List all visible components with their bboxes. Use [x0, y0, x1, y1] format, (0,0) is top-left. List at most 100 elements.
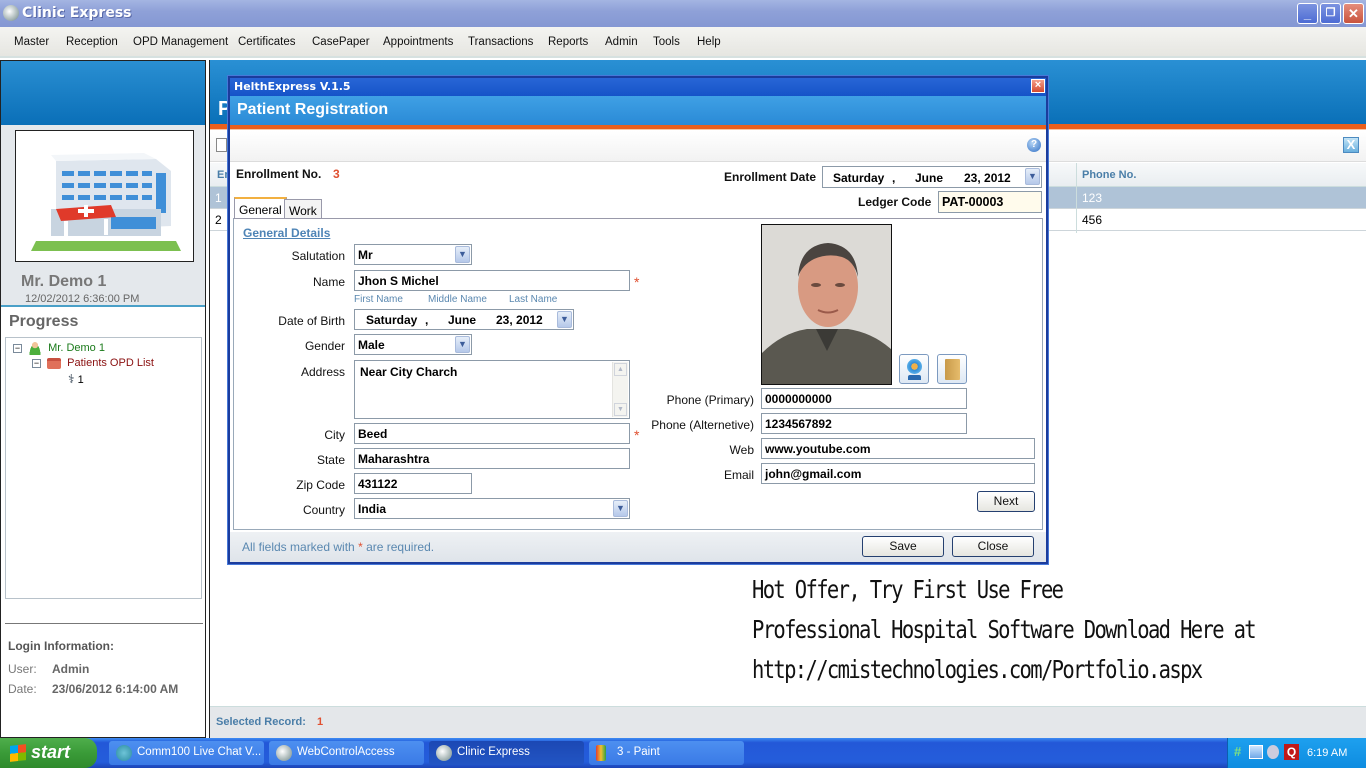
menu-opd-management[interactable]: OPD Management [133, 36, 228, 48]
tree-node-patient[interactable]: − Mr. Demo 1 [13, 341, 105, 355]
new-document-icon[interactable] [216, 138, 227, 152]
taskbar-item-paint[interactable]: 3 - Paint [589, 741, 744, 765]
web-field[interactable]: www.youtube.com [761, 438, 1035, 459]
volume-icon[interactable] [1267, 745, 1279, 759]
computers-icon[interactable] [1249, 745, 1263, 759]
chevron-down-icon[interactable]: ▼ [557, 311, 572, 328]
search-q-icon[interactable]: Q [1284, 744, 1299, 760]
name-field[interactable]: Jhon S Michel [354, 270, 630, 291]
phone-alt-field[interactable]: 1234567892 [761, 413, 967, 434]
enrollment-date-picker[interactable]: Saturday , June 23, 2012 ▼ [822, 166, 1042, 188]
patient-profile: Mr. Demo 1 12/02/2012 6:36:00 PM [1, 125, 205, 307]
menu-reception[interactable]: Reception [66, 36, 118, 48]
taskbar-item-clinic-express[interactable]: Clinic Express [429, 741, 584, 765]
tree-node-visit[interactable]: ⚕ 1 [68, 372, 84, 386]
required-marker: * [634, 274, 640, 290]
cell-no: 2 [215, 213, 222, 227]
menu-help[interactable]: Help [697, 36, 721, 48]
paint-icon [596, 745, 606, 761]
restore-button[interactable]: ❐ [1320, 3, 1341, 24]
progress-tree: − Mr. Demo 1 − Patients OPD List ⚕ 1 [5, 337, 202, 599]
address-textarea[interactable]: Near City Charch ▲ ▼ [354, 360, 630, 419]
tab-general[interactable]: General [234, 197, 287, 220]
dialog-toolbar [230, 131, 1046, 162]
browse-photo-button[interactable] [937, 354, 967, 384]
ledger-code-field[interactable]: PAT-00003 [938, 191, 1042, 213]
state-label: State [316, 453, 345, 467]
general-details-heading: General Details [243, 226, 331, 240]
salutation-select[interactable]: Mr ▼ [354, 244, 472, 265]
next-button[interactable]: Next [977, 491, 1035, 512]
taskbar-item-comm100[interactable]: Comm100 Live Chat V... [109, 741, 264, 765]
login-info-title: Login Information: [8, 639, 114, 653]
menu-casepaper[interactable]: CasePaper [312, 36, 370, 48]
email-label: Email [723, 468, 754, 482]
phone-alt-label: Phone (Alternetive) [651, 418, 754, 432]
promo-link[interactable]: http://cmistechnologies.com/Portfolio.as… [752, 655, 1203, 684]
email-field[interactable]: john@gmail.com [761, 463, 1035, 484]
taskbar: start Comm100 Live Chat V... WebControlA… [0, 738, 1366, 768]
required-marker: * [634, 427, 640, 443]
app-icon [436, 745, 452, 761]
menu-transactions[interactable]: Transactions [468, 36, 533, 48]
menu-certificates[interactable]: Certificates [238, 36, 296, 48]
phone-primary-field[interactable]: 0000000000 [761, 388, 967, 409]
taskbar-item-webcontrolaccess[interactable]: WebControlAccess [269, 741, 424, 765]
user-icon [28, 341, 43, 355]
close-button[interactable]: ✕ [1343, 3, 1364, 24]
country-select[interactable]: India ▼ [354, 498, 630, 519]
phone-primary-label: Phone (Primary) [666, 393, 754, 407]
tree-node-opd-list[interactable]: − Patients OPD List [32, 357, 154, 369]
city-field[interactable]: Beed [354, 423, 630, 444]
required-marker: * [358, 540, 363, 554]
app-title: Clinic Express [22, 5, 132, 21]
webcam-capture-button[interactable] [899, 354, 929, 384]
close-dialog-button[interactable]: Close [952, 536, 1034, 557]
scroll-up-icon[interactable]: ▲ [614, 363, 627, 376]
last-name-hint: Last Name [509, 294, 558, 305]
selected-record-label: Selected Record: [216, 716, 306, 728]
chevron-down-icon[interactable]: ▼ [1025, 168, 1040, 185]
tab-work[interactable]: Work [284, 199, 322, 220]
column-divider [1076, 163, 1077, 233]
required-fields-note: All fields marked with * are required. [242, 540, 435, 554]
tree-label: Patients OPD List [67, 357, 154, 369]
scroll-down-icon[interactable]: ▼ [614, 403, 627, 416]
dialog-window-title: HelthExpress V.1.5 [234, 80, 351, 93]
collapse-icon[interactable]: − [32, 358, 41, 368]
briefcase-icon [47, 357, 62, 369]
menu-master[interactable]: Master [14, 36, 49, 48]
gender-select[interactable]: Male ▼ [354, 334, 472, 355]
chevron-down-icon[interactable]: ▼ [455, 246, 470, 263]
city-label: City [324, 428, 345, 442]
chevron-down-icon[interactable]: ▼ [613, 500, 628, 517]
patient-photo [761, 224, 892, 385]
state-field[interactable]: Maharashtra [354, 448, 630, 469]
column-header-phone[interactable]: Phone No. [1082, 169, 1136, 181]
dob-date-picker[interactable]: Saturday , June 23, 2012 ▼ [354, 309, 574, 330]
zip-code-label: Zip Code [296, 478, 345, 492]
dialog-close-icon[interactable]: × [1031, 79, 1045, 93]
sidebar: Mr. Demo 1 12/02/2012 6:36:00 PM Progres… [0, 60, 206, 738]
country-label: Country [302, 503, 345, 517]
help-icon[interactable]: ? [1027, 138, 1041, 152]
minimize-button[interactable]: _ [1297, 3, 1318, 24]
chevron-down-icon[interactable]: ▼ [455, 336, 470, 353]
salutation-label: Salutation [291, 249, 345, 263]
menu-appointments[interactable]: Appointments [383, 36, 453, 48]
network-icon[interactable]: # [1234, 744, 1241, 759]
promo-line-2: Professional Hospital Software Download … [752, 615, 1257, 644]
close-list-button[interactable]: X [1343, 137, 1359, 153]
app-icon [3, 5, 19, 21]
hospital-building-icon [15, 130, 194, 262]
save-button[interactable]: Save [862, 536, 944, 557]
scrollbar[interactable]: ▲ ▼ [612, 362, 628, 417]
zip-code-field[interactable]: 431122 [354, 473, 472, 494]
menu-tools[interactable]: Tools [653, 36, 680, 48]
start-button[interactable]: start [0, 738, 97, 768]
dialog-title-bar[interactable]: HelthExpress V.1.5 × [230, 78, 1046, 96]
selected-record-value: 1 [317, 716, 324, 728]
collapse-icon[interactable]: − [13, 343, 22, 353]
menu-reports[interactable]: Reports [548, 36, 588, 48]
menu-admin[interactable]: Admin [605, 36, 638, 48]
